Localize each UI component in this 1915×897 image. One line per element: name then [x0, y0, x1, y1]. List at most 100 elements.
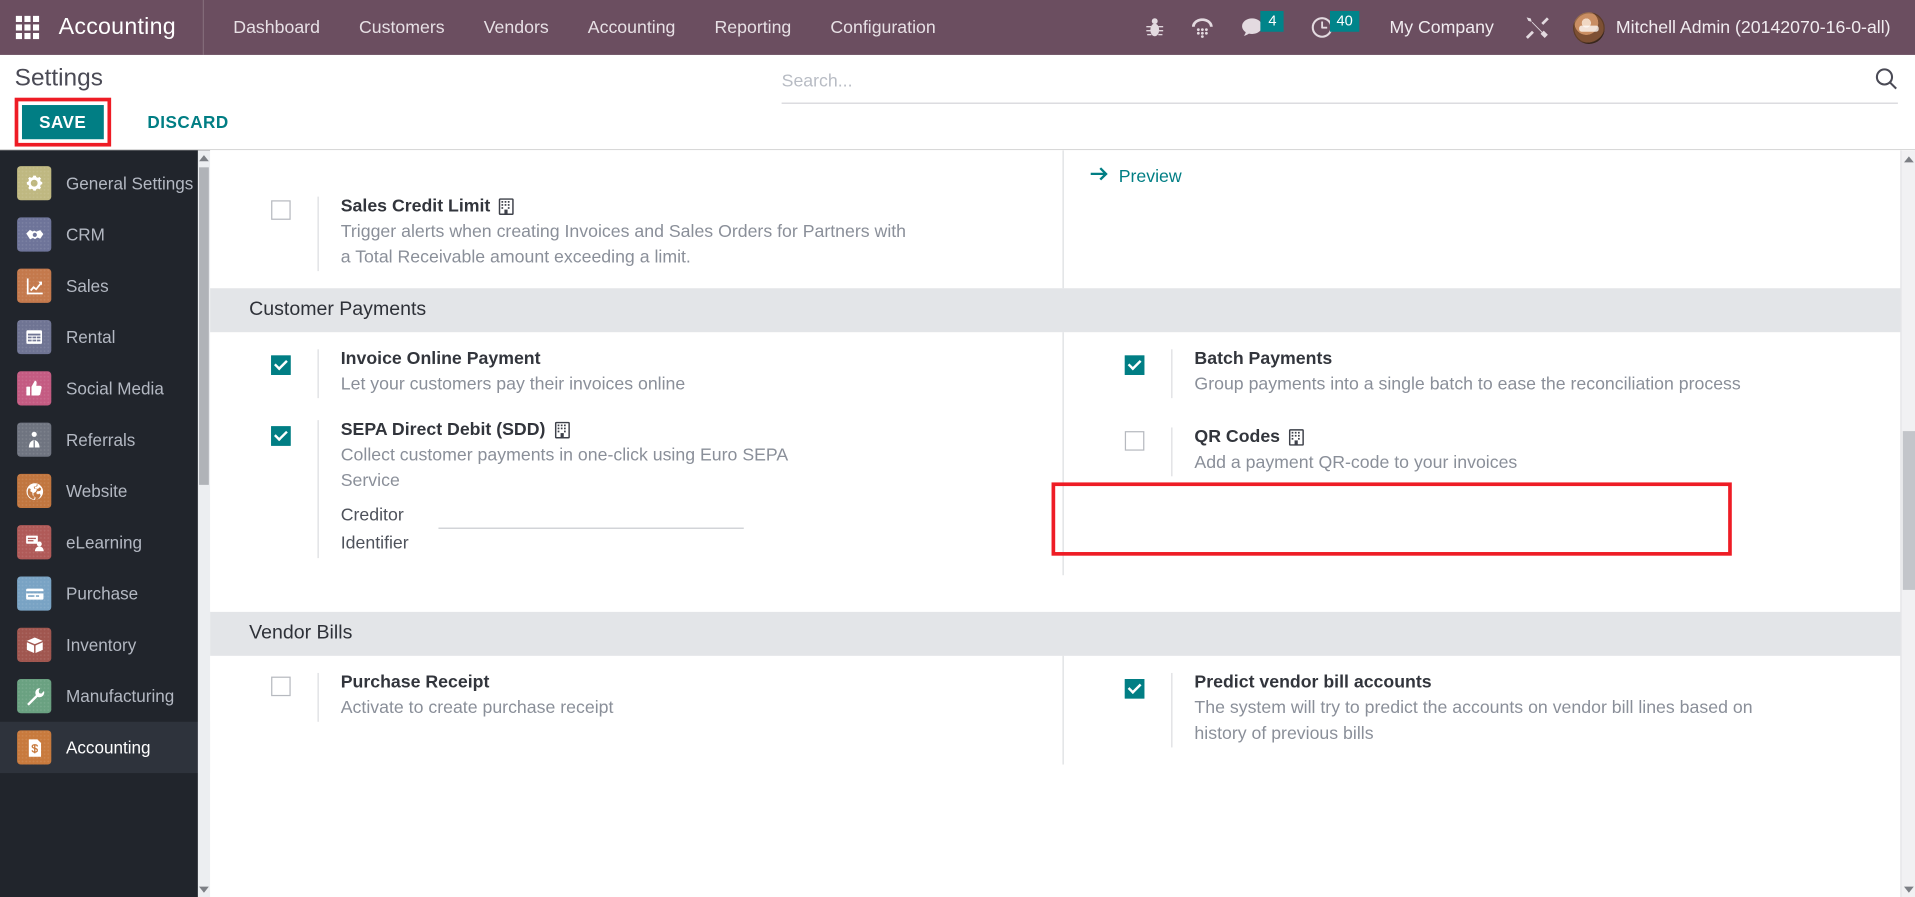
- user-name: Mitchell Admin (20142070-16-0-all): [1615, 17, 1891, 38]
- setting-help: Let your customers pay their invoices on…: [340, 374, 686, 395]
- checkbox-wrap: [1124, 349, 1171, 398]
- thumbs-up-icon: [17, 371, 52, 406]
- page-title: Settings: [14, 64, 103, 92]
- setting-help: Add a payment QR-code to your invoices: [1194, 453, 1518, 473]
- avatar: [1573, 11, 1605, 44]
- setting-label-text: Predict vendor bill accounts: [1194, 673, 1432, 694]
- sidebar-item-inventory[interactable]: Inventory: [0, 619, 210, 670]
- messages-badge: 4: [1260, 10, 1285, 32]
- sidebar-scrollbar[interactable]: [197, 150, 211, 897]
- sepa-direct-debit-checkbox[interactable]: [271, 426, 291, 446]
- sidebar-scrollbar-thumb[interactable]: [199, 167, 209, 485]
- navbar-systray: 4 40 My Company Mitchell Admin (20142070…: [1133, 0, 1915, 55]
- setting-sepa-direct-debit: SEPA Direct Debit (SDD) Collect customer…: [210, 415, 1062, 575]
- batch-payments-checkbox[interactable]: [1124, 355, 1145, 375]
- nav-item-vendors[interactable]: Vendors: [464, 0, 568, 55]
- invoice-online-payment-checkbox[interactable]: [271, 355, 291, 375]
- activity-clock-icon[interactable]: 40: [1297, 0, 1372, 55]
- sidebar-item-label: Accounting: [65, 737, 151, 758]
- sidebar-item-manufacturing[interactable]: Manufacturing: [0, 670, 210, 721]
- messages-icon[interactable]: 4: [1228, 0, 1298, 55]
- sidebar-item-label: General Settings: [65, 173, 194, 193]
- setting-label-text: Purchase Receipt: [340, 673, 490, 694]
- sidebar-item-purchase[interactable]: Purchase: [0, 568, 210, 619]
- gift-person-icon: [17, 422, 52, 457]
- sidebar-item-label: Manufacturing: [65, 686, 175, 706]
- setting-label-text: Invoice Online Payment: [340, 349, 541, 369]
- section-title-vendor-bills: Vendor Bills: [210, 612, 1915, 657]
- nav-item-accounting[interactable]: Accounting: [568, 0, 695, 55]
- apps-menu-toggle[interactable]: [0, 0, 54, 55]
- setting-invoice-online-payment: Invoice Online Payment Let your customer…: [210, 332, 1062, 415]
- nav-item-configuration[interactable]: Configuration: [811, 0, 955, 55]
- checkbox-wrap: [271, 349, 317, 398]
- sidebar-list: General Settings CRM Sales Rental Social…: [0, 150, 211, 774]
- bug-icon[interactable]: [1133, 0, 1178, 55]
- discard-button[interactable]: DISCARD: [130, 105, 246, 139]
- sidebar-item-crm[interactable]: CRM: [0, 209, 210, 260]
- setting-text: Batch Payments Group payments into a sin…: [1171, 349, 1890, 399]
- predict-vendor-bill-accounts-checkbox[interactable]: [1124, 679, 1145, 700]
- column-left: Sales Credit Limit Trigger alerts when c…: [210, 150, 1062, 288]
- nav-item-customers[interactable]: Customers: [339, 0, 464, 55]
- navbar-menus: Dashboard Customers Vendors Accounting R…: [214, 0, 956, 55]
- settings-content: Sales Credit Limit Trigger alerts when c…: [210, 150, 1915, 897]
- sidebar-item-elearning[interactable]: eLearning: [0, 517, 210, 568]
- setting-text: Sales Credit Limit Trigger alerts when c…: [317, 196, 1039, 272]
- user-menu[interactable]: Mitchell Admin (20142070-16-0-all): [1563, 11, 1902, 44]
- setting-help: Collect customer payments in one-click u…: [340, 445, 788, 492]
- sidebar-item-label: Purchase: [65, 583, 139, 604]
- section-title-customer-payments: Customer Payments: [210, 288, 1915, 333]
- checkbox-wrap: [1124, 673, 1171, 748]
- arrow-right-icon: [1090, 167, 1109, 187]
- save-button-highlight: SAVE: [14, 97, 111, 147]
- content-scrollbar-thumb[interactable]: [1902, 431, 1915, 590]
- sidebar-item-referrals[interactable]: Referrals: [0, 414, 210, 465]
- creditor-identifier-input[interactable]: [438, 505, 744, 529]
- setting-label-text: SEPA Direct Debit (SDD): [340, 420, 546, 440]
- setting-text: Invoice Online Payment Let your customer…: [317, 349, 1039, 399]
- checkbox-wrap: [271, 197, 317, 272]
- column-right: Predict vendor bill accounts The system …: [1062, 656, 1915, 766]
- sidebar-item-accounting[interactable]: Accounting: [0, 721, 211, 774]
- search-icon[interactable]: [1875, 67, 1898, 96]
- dialpad-icon[interactable]: [1178, 0, 1228, 55]
- sidebar-item-label: Website: [65, 481, 128, 501]
- activity-badge: 40: [1330, 10, 1359, 32]
- scroll-up-arrow-icon[interactable]: [1902, 150, 1915, 167]
- search-input[interactable]: [781, 72, 1875, 92]
- searchview: [781, 67, 1898, 104]
- checkbox-wrap: [271, 673, 317, 722]
- scroll-down-arrow-icon[interactable]: [198, 882, 210, 897]
- company-building-icon: [1289, 429, 1305, 446]
- setting-label-text: QR Codes: [1194, 427, 1281, 448]
- sales-credit-limit-checkbox[interactable]: [271, 200, 291, 220]
- scroll-down-arrow-icon[interactable]: [1902, 881, 1915, 897]
- sidebar-item-rental[interactable]: Rental: [0, 311, 210, 362]
- setting-label-text: Sales Credit Limit: [340, 196, 491, 217]
- preview-link[interactable]: Preview: [1064, 150, 1182, 187]
- company-switcher[interactable]: My Company: [1372, 18, 1511, 38]
- settings-block-vendor-bills: Vendor Bills Purchase Receipt Activate t…: [210, 612, 1915, 766]
- column-right: Preview: [1062, 150, 1915, 289]
- calendar-icon: [17, 319, 52, 355]
- save-button[interactable]: SAVE: [21, 105, 104, 140]
- sidebar-item-social-media[interactable]: Social Media: [0, 363, 210, 414]
- sidebar-item-general-settings[interactable]: General Settings: [0, 158, 210, 209]
- settings-block-customer-payments: Customer Payments Invoice Online Payment: [210, 288, 1915, 576]
- app-brand-accounting[interactable]: Accounting: [54, 0, 204, 55]
- sidebar-item-sales[interactable]: Sales: [0, 260, 210, 311]
- setting-help: The system will try to predict the accou…: [1194, 699, 1753, 745]
- tools-wrench-icon[interactable]: [1511, 0, 1564, 55]
- qr-codes-checkbox[interactable]: [1124, 431, 1145, 451]
- content-scrollbar[interactable]: [1900, 150, 1915, 897]
- nav-item-reporting[interactable]: Reporting: [695, 0, 811, 55]
- setting-text: Purchase Receipt Activate to create purc…: [317, 673, 1039, 723]
- setting-predict-vendor-bill-accounts: Predict vendor bill accounts The system …: [1064, 656, 1915, 765]
- nav-item-dashboard[interactable]: Dashboard: [214, 0, 340, 55]
- column-right: Batch Payments Group payments into a sin…: [1062, 332, 1915, 576]
- sidebar-item-website[interactable]: Website: [0, 465, 210, 516]
- scroll-up-arrow-icon[interactable]: [198, 150, 210, 166]
- purchase-receipt-checkbox[interactable]: [271, 677, 291, 697]
- apps-grid-icon: [15, 15, 39, 40]
